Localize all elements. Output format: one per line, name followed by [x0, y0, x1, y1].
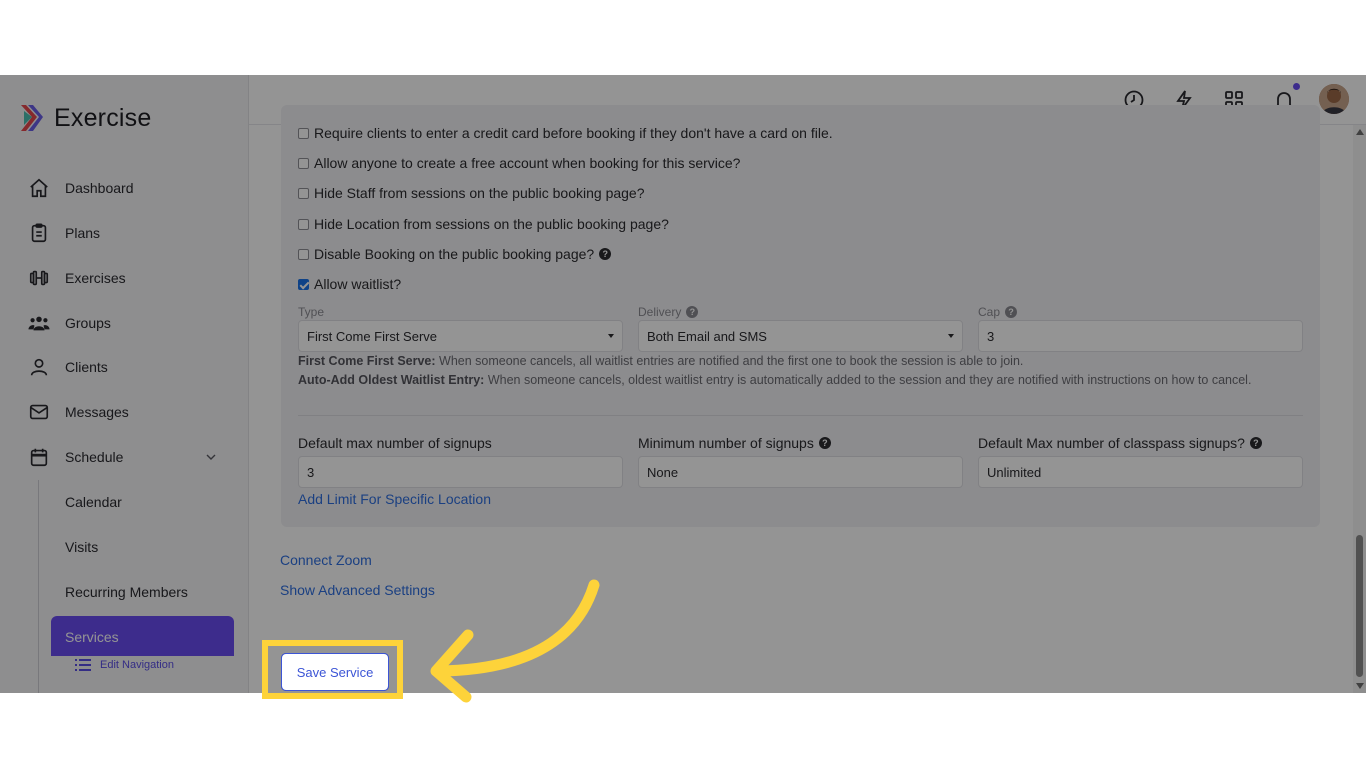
main-content: Require clients to enter a credit card b… — [249, 105, 1353, 693]
clipboard-icon — [31, 223, 47, 243]
sidebar-item-label: Services — [65, 629, 119, 645]
waitlist-delivery-label: Delivery? — [638, 305, 699, 319]
sidebar-item-label: Exercises — [65, 270, 126, 286]
user-icon — [30, 358, 48, 376]
classpass-signups-input[interactable]: Unlimited — [978, 456, 1303, 488]
brand[interactable]: Exercise — [18, 103, 151, 133]
users-icon — [28, 316, 50, 331]
option-label: Disable Booking on the public booking pa… — [314, 246, 595, 262]
scrollbar[interactable] — [1353, 125, 1366, 693]
chevron-down-icon[interactable] — [205, 451, 217, 463]
option-free-account[interactable]: Allow anyone to create a free account wh… — [298, 153, 740, 173]
connect-zoom-link[interactable]: Connect Zoom — [280, 552, 372, 568]
option-label: Hide Location from sessions on the publi… — [314, 216, 669, 232]
curved-arrow-icon — [430, 579, 600, 703]
waitlist-desc-first-come: First Come First Serve: When someone can… — [298, 354, 1024, 368]
sidebar-item-calendar[interactable]: Calendar — [65, 494, 122, 510]
help-icon[interactable]: ? — [1005, 306, 1018, 318]
show-advanced-settings-link[interactable]: Show Advanced Settings — [280, 582, 435, 598]
help-icon[interactable]: ? — [1249, 437, 1262, 449]
input-value: 3 — [987, 328, 995, 344]
waitlist-cap-input[interactable]: 3 — [978, 320, 1303, 352]
waitlist-type-select[interactable]: First Come First Serve — [298, 320, 623, 352]
scroll-down-arrow-icon[interactable] — [1356, 683, 1364, 689]
edit-navigation-button[interactable]: Edit Navigation — [75, 657, 174, 673]
checkbox[interactable] — [298, 187, 309, 199]
calendar-icon — [30, 448, 48, 467]
brand-name: Exercise — [54, 103, 152, 132]
sidebar-item-schedule[interactable]: Schedule — [28, 442, 123, 472]
input-value: None — [647, 464, 679, 480]
sidebar-item-label: Groups — [65, 315, 111, 331]
avatar[interactable] — [1319, 84, 1349, 114]
option-label: Require clients to enter a credit card b… — [314, 125, 833, 141]
help-icon[interactable]: ? — [686, 306, 699, 318]
checkbox[interactable] — [298, 127, 309, 139]
checkbox[interactable] — [298, 248, 309, 260]
classpass-signups-label: Default Max number of classpass signups?… — [978, 435, 1262, 451]
min-signups-input[interactable]: None — [638, 456, 963, 488]
add-limit-location-link[interactable]: Add Limit For Specific Location — [298, 491, 491, 507]
sidebar-item-services[interactable]: Services — [51, 616, 234, 656]
sidebar-item-plans[interactable]: Plans — [28, 218, 100, 248]
select-value: Both Email and SMS — [647, 328, 767, 344]
min-signups-label: Minimum number of signups? — [638, 435, 831, 451]
input-value: Unlimited — [987, 464, 1042, 480]
sidebar-item-clients[interactable]: Clients — [28, 352, 108, 382]
app-window: Exercise Dashboard Plans Exercises Group… — [0, 75, 1366, 693]
waitlist-desc-auto-add: Auto-Add Oldest Waitlist Entry: When som… — [298, 373, 1252, 387]
waitlist-cap-label: Cap? — [978, 305, 1018, 319]
checkbox[interactable] — [298, 218, 309, 230]
scrollbar-thumb[interactable] — [1356, 535, 1363, 677]
waitlist-type-label: Type — [298, 305, 325, 319]
brand-logo-icon — [21, 105, 43, 131]
mail-icon — [29, 404, 49, 420]
sidebar-item-groups[interactable]: Groups — [28, 308, 111, 338]
option-require-card[interactable]: Require clients to enter a credit card b… — [298, 123, 833, 143]
checkbox-checked[interactable] — [298, 278, 309, 290]
option-hide-location[interactable]: Hide Location from sessions on the publi… — [298, 214, 669, 234]
caret-down-icon — [948, 334, 954, 338]
dumbbell-icon — [29, 270, 49, 286]
sidebar-item-messages[interactable]: Messages — [28, 397, 129, 427]
help-icon[interactable]: ? — [818, 437, 831, 449]
option-allow-waitlist[interactable]: Allow waitlist? — [298, 274, 401, 294]
sidebar-item-visits[interactable]: Visits — [65, 539, 98, 555]
sidebar-item-label: Dashboard — [65, 180, 134, 196]
sidebar-item-label: Messages — [65, 404, 129, 420]
tree-line — [38, 480, 39, 693]
option-label: Hide Staff from sessions on the public b… — [314, 185, 645, 201]
option-label: Allow anyone to create a free account wh… — [314, 155, 741, 171]
checkbox[interactable] — [298, 157, 309, 169]
select-value: First Come First Serve — [307, 328, 438, 344]
max-signups-label: Default max number of signups — [298, 435, 492, 451]
save-service-button[interactable]: Save Service — [281, 653, 389, 691]
sidebar-item-label: Plans — [65, 225, 101, 241]
scroll-up-arrow-icon[interactable] — [1356, 129, 1364, 135]
divider — [298, 415, 1303, 416]
sidebar-item-label: Schedule — [65, 449, 124, 465]
sidebar-item-dashboard[interactable]: Dashboard — [28, 173, 134, 203]
home-icon — [30, 178, 48, 198]
sidebar-item-exercises[interactable]: Exercises — [28, 263, 126, 293]
option-label: Allow waitlist? — [314, 276, 402, 292]
max-signups-input[interactable]: 3 — [298, 456, 623, 488]
waitlist-delivery-select[interactable]: Both Email and SMS — [638, 320, 963, 352]
sidebar: Exercise Dashboard Plans Exercises Group… — [0, 75, 249, 693]
caret-down-icon — [608, 334, 614, 338]
sidebar-item-label: Clients — [65, 359, 108, 375]
avatar-image-icon — [1319, 84, 1349, 114]
help-icon[interactable]: ? — [599, 248, 612, 260]
option-hide-staff[interactable]: Hide Staff from sessions on the public b… — [298, 183, 645, 203]
input-value: 3 — [307, 464, 315, 480]
notification-dot — [1293, 83, 1300, 90]
option-disable-booking[interactable]: Disable Booking on the public booking pa… — [298, 244, 612, 264]
list-icon — [75, 659, 91, 671]
edit-navigation-label: Edit Navigation — [100, 659, 174, 671]
sidebar-item-recurring-members[interactable]: Recurring Members — [65, 584, 188, 600]
